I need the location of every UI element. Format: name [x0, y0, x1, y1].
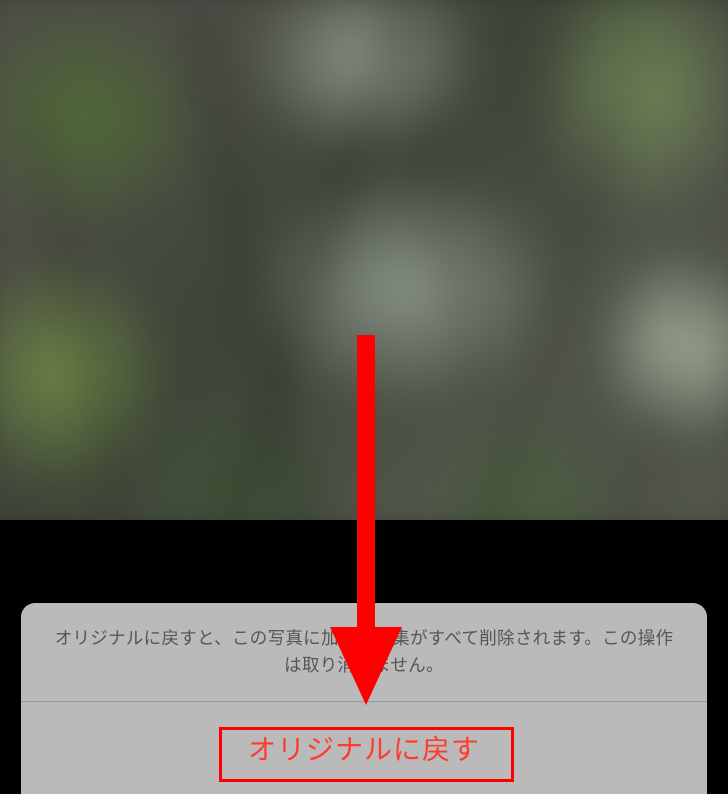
- photo-preview-blurred: [0, 0, 728, 546]
- revert-action-sheet: オリジナルに戻すと、この写真に加えた編集がすべて削除されます。この操作は取り消せ…: [21, 603, 707, 794]
- action-sheet-warning-message: オリジナルに戻すと、この写真に加えた編集がすべて削除されます。この操作は取り消せ…: [21, 603, 707, 702]
- revert-to-original-button[interactable]: オリジナルに戻す: [21, 702, 707, 794]
